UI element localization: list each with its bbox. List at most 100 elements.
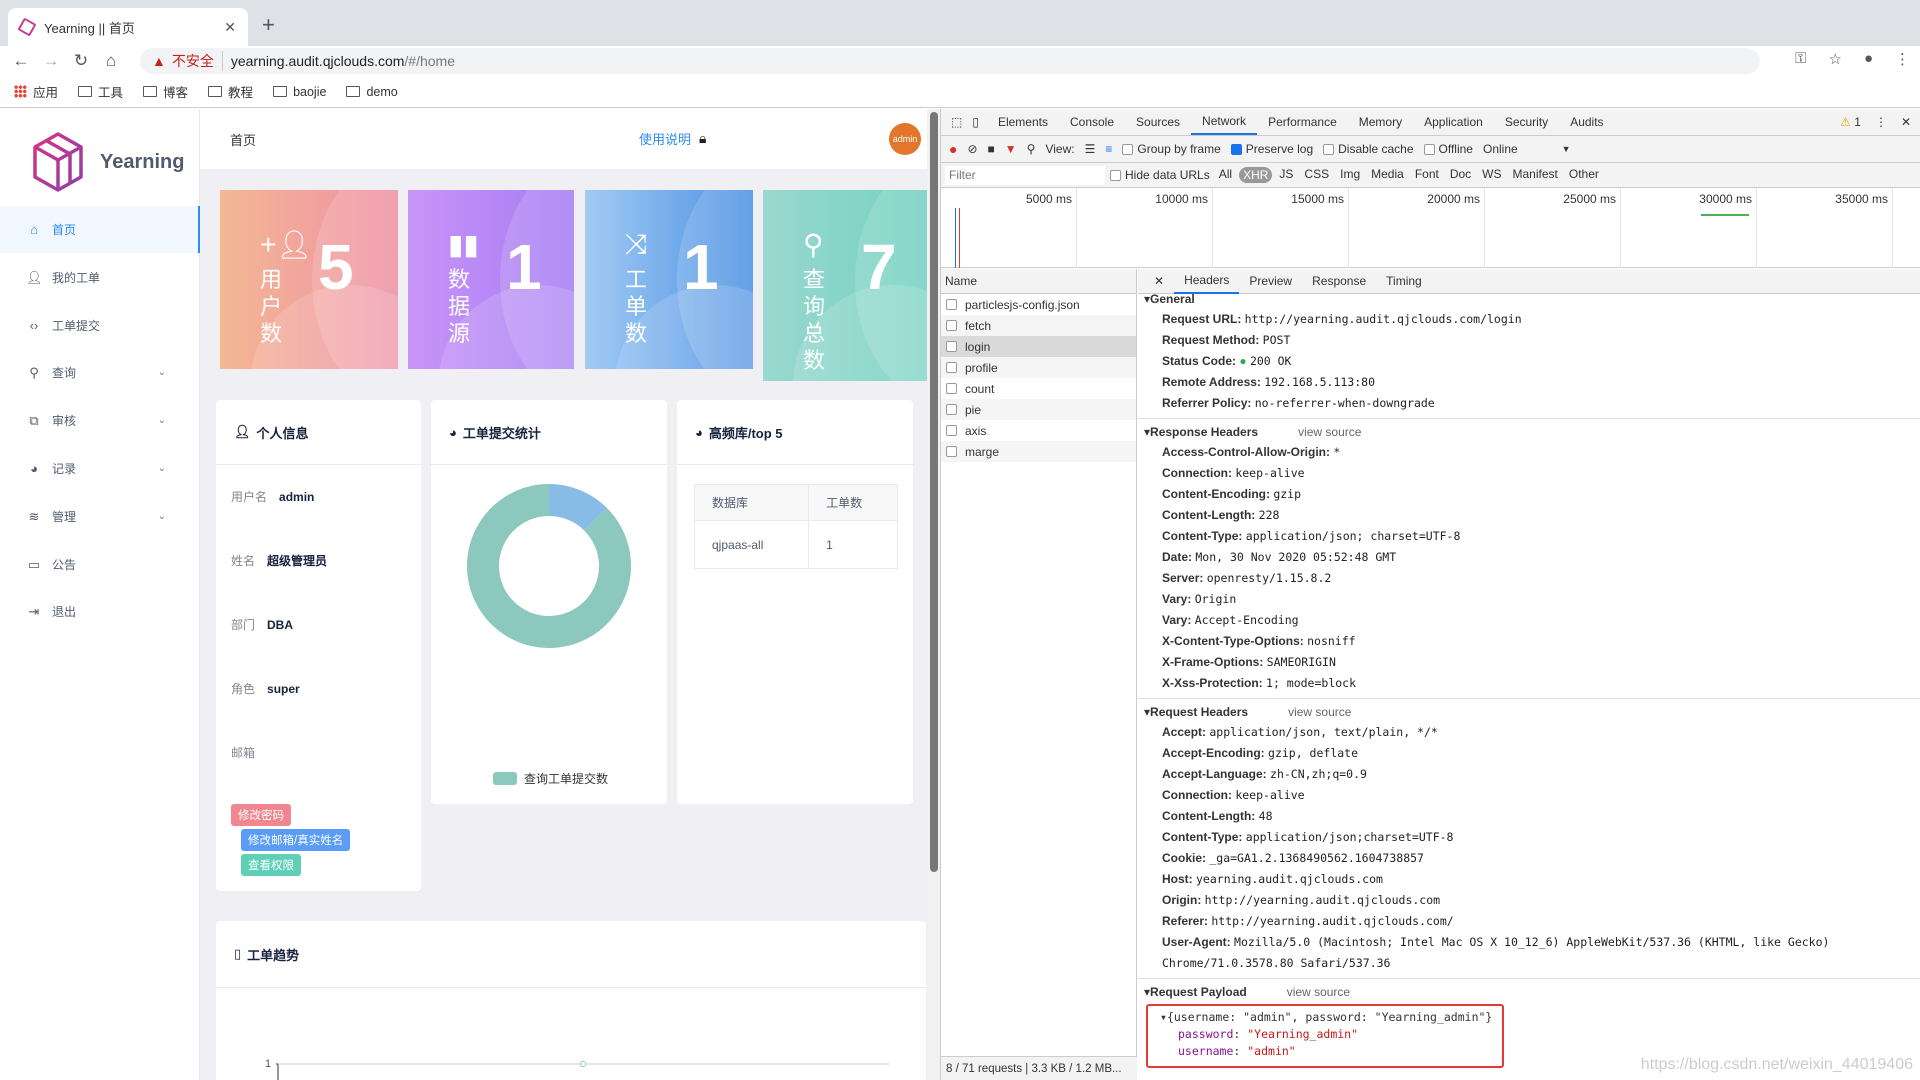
warning-icon[interactable]: ⚠ 1 xyxy=(1840,115,1861,129)
detail-tab-timing[interactable]: Timing xyxy=(1376,269,1432,294)
sidebar-item-records[interactable]: ◕ 记录 ⌄ xyxy=(0,445,200,492)
group-by-frame-checkbox[interactable]: Group by frame xyxy=(1122,142,1221,156)
close-detail-icon[interactable]: ✕ xyxy=(1144,269,1174,294)
filter-type-doc[interactable]: Doc xyxy=(1446,167,1475,183)
close-devtools-icon[interactable]: ✕ xyxy=(1901,115,1911,129)
bookmark-folder[interactable]: baojie xyxy=(273,85,326,99)
request-row[interactable]: count xyxy=(941,378,1136,399)
sidebar-item-audit[interactable]: ⧉ 审核 ⌄ xyxy=(0,397,200,444)
view-source-link[interactable]: view source xyxy=(1288,705,1351,719)
tab-console[interactable]: Console xyxy=(1059,109,1125,135)
sidebar-item-query[interactable]: ⚲ 查询 ⌄ xyxy=(0,349,200,396)
request-row[interactable]: marge xyxy=(941,441,1136,462)
device-toolbar-icon[interactable]: ▯ xyxy=(972,115,979,129)
filter-type-img[interactable]: Img xyxy=(1336,167,1364,183)
filter-input[interactable] xyxy=(945,165,1105,185)
help-link[interactable]: 使用说明 🔒︎ xyxy=(639,129,706,148)
header-key: Vary: xyxy=(1162,613,1195,627)
bookmark-apps[interactable]: 应用 xyxy=(14,82,58,101)
reload-icon[interactable]: ↻ xyxy=(66,51,96,71)
tab-sources[interactable]: Sources xyxy=(1125,109,1191,135)
sidebar-item-my-orders[interactable]: 👤︎ 我的工单 xyxy=(0,254,200,301)
view-source-link[interactable]: view source xyxy=(1298,425,1361,439)
clear-icon[interactable]: ⊘ xyxy=(967,142,977,156)
filter-type-font[interactable]: Font xyxy=(1411,167,1443,183)
screenshot-icon[interactable]: ■ xyxy=(988,142,995,156)
disable-cache-checkbox[interactable]: Disable cache xyxy=(1323,142,1414,156)
header-key: Remote Address: xyxy=(1162,375,1265,389)
hide-data-urls-checkbox[interactable]: Hide data URLs xyxy=(1110,168,1210,182)
sidebar-item-submit[interactable]: ‹› 工单提交 xyxy=(0,302,200,349)
avatar[interactable]: admin xyxy=(889,123,921,155)
forward-icon[interactable]: → xyxy=(36,51,66,71)
request-row[interactable]: axis xyxy=(941,420,1136,441)
sidebar-item-manage[interactable]: ≋ 管理 ⌄ xyxy=(0,493,200,540)
menu-icon[interactable]: ⋮ xyxy=(1895,50,1910,68)
tab-network[interactable]: Network xyxy=(1191,109,1258,135)
sidebar-item-logout[interactable]: ⇥ 退出 xyxy=(0,588,200,635)
filter-type-css[interactable]: CSS xyxy=(1300,167,1333,183)
bookmark-folder[interactable]: 教程 xyxy=(208,82,253,101)
tab-elements[interactable]: Elements xyxy=(987,109,1059,135)
close-tab-icon[interactable]: ✕ xyxy=(224,19,236,36)
record-icon[interactable]: ● xyxy=(949,141,957,157)
tab-performance[interactable]: Performance xyxy=(1257,109,1348,135)
filter-type-manifest[interactable]: Manifest xyxy=(1509,167,1562,183)
more-options-icon[interactable]: ⋮ xyxy=(1875,115,1887,129)
new-tab-button[interactable]: + xyxy=(262,12,275,38)
tab-memory[interactable]: Memory xyxy=(1348,109,1413,135)
profile-icon[interactable]: ● xyxy=(1864,50,1873,68)
page-scrollbar[interactable] xyxy=(927,109,940,1080)
search-icon[interactable]: ⚲ xyxy=(1027,142,1036,156)
request-row[interactable]: particlesjs-config.json xyxy=(941,294,1136,315)
filter-type-other[interactable]: Other xyxy=(1565,167,1603,183)
filter-type-xhr[interactable]: XHR xyxy=(1239,167,1273,183)
bookmark-folder[interactable]: 工具 xyxy=(78,82,123,101)
card-header: 👤︎ 个人信息 xyxy=(216,400,421,465)
back-icon[interactable]: ← xyxy=(6,51,36,71)
filter-type-ws[interactable]: WS xyxy=(1478,167,1505,183)
request-row[interactable]: fetch xyxy=(941,315,1136,336)
tab-security[interactable]: Security xyxy=(1494,109,1559,135)
tab-application[interactable]: Application xyxy=(1413,109,1494,135)
detail-tab-preview[interactable]: Preview xyxy=(1239,269,1302,294)
inspect-icon[interactable]: ⬚ xyxy=(951,115,962,129)
browser-tab[interactable]: Yearning || 首页 ✕ xyxy=(8,8,248,46)
filter-type-media[interactable]: Media xyxy=(1367,167,1408,183)
name-column-header[interactable]: Name xyxy=(941,269,1136,294)
payload-summary[interactable]: ▾{username: "admin", password: "Yearning… xyxy=(1160,1009,1502,1026)
change-password-button[interactable]: 修改密码 xyxy=(231,804,291,826)
address-bar[interactable]: ▲ 不安全 yearning.audit.qjclouds.com/#/home xyxy=(140,48,1760,74)
filter-icon[interactable]: ▼ xyxy=(1005,142,1017,156)
section-header[interactable]: ▾ Response Headers view source xyxy=(1138,421,1920,442)
request-row[interactable]: profile xyxy=(941,357,1136,378)
view-source-link[interactable]: view source xyxy=(1287,985,1350,999)
request-row[interactable]: login xyxy=(941,336,1136,357)
key-icon[interactable]: ⚿ xyxy=(1795,50,1806,68)
detail-tab-headers[interactable]: Headers xyxy=(1174,269,1240,294)
bookmark-folder[interactable]: demo xyxy=(346,85,398,99)
filter-type-js[interactable]: JS xyxy=(1275,167,1297,183)
header-value: http://yearning.audit.qjclouds.com/ xyxy=(1211,914,1454,928)
filter-type-all[interactable]: All xyxy=(1215,167,1236,183)
sidebar-item-home[interactable]: ⌂ 首页 xyxy=(0,206,200,253)
offline-checkbox[interactable]: Offline xyxy=(1423,142,1473,156)
tab-audits[interactable]: Audits xyxy=(1559,109,1614,135)
network-overview-timeline: 5000 ms 10000 ms 15000 ms 20000 ms 25000 ms 3… xyxy=(941,188,1920,268)
bookmark-folder[interactable]: 博客 xyxy=(143,82,188,101)
section-header[interactable]: ▾ Request Headers view source xyxy=(1138,701,1920,722)
scrollbar-thumb[interactable] xyxy=(929,112,938,872)
throttling-select[interactable]: Online ▼ xyxy=(1483,142,1571,156)
large-rows-icon[interactable]: ☰ xyxy=(1085,142,1096,156)
star-icon[interactable]: ☆ xyxy=(1828,50,1841,68)
home-icon[interactable]: ⌂ xyxy=(96,51,126,71)
waterfall-icon[interactable]: ≡ xyxy=(1105,142,1112,156)
request-row[interactable]: pie xyxy=(941,399,1136,420)
detail-tab-response[interactable]: Response xyxy=(1302,269,1376,294)
section-header[interactable]: ▾ Request Payload view source xyxy=(1138,981,1920,1002)
logo[interactable]: Yearning xyxy=(30,131,184,193)
preserve-log-checkbox[interactable]: Preserve log xyxy=(1230,142,1313,156)
view-permissions-button[interactable]: 查看权限 xyxy=(241,854,301,876)
change-email-name-button[interactable]: 修改邮箱/真实姓名 xyxy=(241,829,351,851)
sidebar-item-notice[interactable]: ▭ 公告 xyxy=(0,541,200,588)
